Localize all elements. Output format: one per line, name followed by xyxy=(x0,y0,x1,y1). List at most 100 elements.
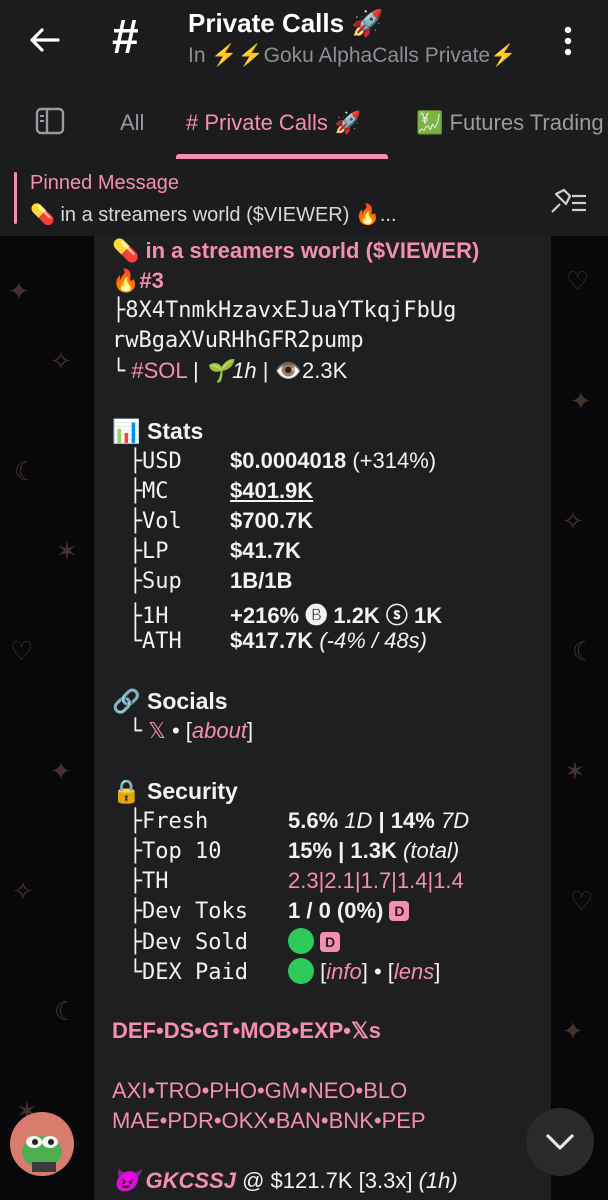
tab-futures-trading[interactable]: 💹 Futures Trading xyxy=(416,110,604,136)
moon-doodle-icon: ☾ xyxy=(54,996,78,1026)
stats-extra: (-4% / 48s) xyxy=(319,628,427,653)
stats-value: 1B/1B xyxy=(230,568,293,593)
security-row: ├Dev Toks 1 / 0 (0%) D xyxy=(112,898,410,924)
security-heading: 🔒 Security xyxy=(112,778,238,804)
chat-title[interactable]: Private Calls 🚀 xyxy=(188,8,384,39)
star-doodle-icon: ✦ xyxy=(8,276,30,306)
topic-tabs: All # Private Calls 🚀 💹 Futures Trading xyxy=(0,82,608,161)
tab-private-calls[interactable]: # Private Calls 🚀 xyxy=(186,110,361,136)
socials-heading: 🔗 Socials xyxy=(112,688,228,714)
tab-all[interactable]: All xyxy=(120,110,144,136)
caller-time: (1h) xyxy=(418,1168,458,1193)
green-circle-icon xyxy=(288,958,314,984)
stats-row: ├Vol $700.7K xyxy=(128,508,314,534)
socials-separator: • xyxy=(171,718,180,743)
security-key: Fresh xyxy=(142,809,209,834)
pinned-message-bar[interactable]: Pinned Message 💊 in a streamers world ($… xyxy=(0,160,608,236)
star-doodle-icon: ✶ xyxy=(564,756,586,786)
security-key: Dev Sold xyxy=(142,930,248,955)
caller-name[interactable]: 😈 GKCSSJ xyxy=(112,1168,236,1193)
top-holders-links[interactable]: 2.3|2.1|1.7|1.4|1.4 xyxy=(288,868,464,893)
pinned-title: Pinned Message xyxy=(30,172,179,194)
token-rank[interactable]: 🔥#3 xyxy=(112,268,164,294)
pinned-text: 💊 in a streamers world ($VIEWER) 🔥... xyxy=(30,204,397,226)
top10-total: (total) xyxy=(403,838,460,863)
more-options-icon[interactable] xyxy=(556,24,580,58)
chat-subtitle[interactable]: In ⚡⚡Goku AlphaCalls Private⚡ xyxy=(188,44,516,68)
chevron-down-icon xyxy=(546,1134,574,1150)
heart-doodle-icon: ♡ xyxy=(566,266,590,296)
stats-row: ├1H +216% 🅑 1.2K ⓢ 1K xyxy=(128,603,443,629)
moon-doodle-icon: ☾ xyxy=(572,636,596,666)
topic-hash-icon: # xyxy=(112,11,139,64)
topics-sidebar-icon[interactable] xyxy=(34,106,66,136)
links-row-1[interactable]: DEF•DS•GT•MOB•EXP•𝕏s xyxy=(112,1018,381,1044)
star-doodle-icon: ✦ xyxy=(562,1016,584,1046)
sparkle-doodle-icon: ✧ xyxy=(12,876,34,906)
stats-key: LP xyxy=(142,539,169,564)
token-address-part2[interactable]: rwBgaXVuRHhGFR2pump xyxy=(112,328,364,353)
sparkle-doodle-icon: ✧ xyxy=(50,346,72,376)
stats-key: Vol xyxy=(142,509,182,534)
fresh-7d: 7D xyxy=(440,808,470,833)
lens-link[interactable]: lens xyxy=(394,959,434,984)
frog-avatar-icon xyxy=(22,1136,62,1172)
star-doodle-icon: ✶ xyxy=(56,536,78,566)
links-row-2[interactable]: AXI•TRO•PHO•GM•NEO•BLO xyxy=(112,1078,407,1104)
chain-tag[interactable]: #SOL xyxy=(131,358,186,383)
dev-badge-icon[interactable]: D xyxy=(389,901,410,921)
meta-line: └ #SOL | 🌱1h | 👁️2.3K xyxy=(112,358,348,384)
socials-line: └ 𝕏 • [about] xyxy=(128,718,254,744)
stats-key: MC xyxy=(142,479,169,504)
scroll-down-button[interactable] xyxy=(526,1108,594,1176)
dev-badge-icon[interactable]: D xyxy=(320,932,340,952)
security-separator: • xyxy=(373,959,382,984)
security-row: └DEX Paid [info] • [lens] xyxy=(128,958,441,985)
pinned-list-icon[interactable] xyxy=(548,186,588,216)
star-doodle-icon: ✦ xyxy=(50,756,72,786)
address-line-1[interactable]: ├8X4TnmkHzavxEJuaYTkqjFbUg xyxy=(112,298,456,323)
avatar[interactable] xyxy=(10,1112,74,1176)
security-row: ├Top 10 15% | 1.3K (total) xyxy=(128,838,460,864)
top10-value: 15% | 1.3K xyxy=(288,838,397,863)
stats-row: └ATH $417.7K (-4% / 48s) xyxy=(128,628,427,654)
view-count: 👁️2.3K xyxy=(274,358,348,383)
security-row: ├TH 2.3|2.1|1.7|1.4|1.4 xyxy=(128,868,464,894)
links-row-3[interactable]: MAE•PDR•OKX•BAN•BNK•PEP xyxy=(112,1108,426,1134)
market-cap-link[interactable]: $401.9K xyxy=(230,478,313,503)
security-key: Top 10 xyxy=(142,839,222,864)
stats-row: ├MC $401.9K xyxy=(128,478,314,504)
about-link[interactable]: about xyxy=(192,718,247,743)
x-link[interactable]: 𝕏 xyxy=(148,718,166,743)
security-row: ├Dev Sold D xyxy=(112,928,340,955)
stats-heading: 📊 Stats xyxy=(112,418,204,444)
info-link[interactable]: info xyxy=(326,959,361,984)
stats-row: ├USD $0.0004018 (+314%) xyxy=(128,448,437,474)
fresh-value-2: | 14% xyxy=(378,808,435,833)
moon-doodle-icon: ☾ xyxy=(14,456,38,486)
stats-value: $0.0004018 xyxy=(230,448,347,473)
heart-doodle-icon: ♡ xyxy=(10,636,34,666)
star-doodle-icon: ✦ xyxy=(570,386,592,416)
stats-key: 1H xyxy=(142,604,169,629)
token-address-part1[interactable]: 8X4TnmkHzavxEJuaYTkqjFbUg xyxy=(125,298,456,323)
stats-row: ├Sup 1B/1B xyxy=(128,568,293,594)
token-age: 🌱1h xyxy=(204,358,257,383)
fresh-value: 5.6% xyxy=(288,808,339,833)
stats-key: ATH xyxy=(142,629,182,654)
stats-value: $700.7K xyxy=(230,508,314,533)
token-ticker[interactable]: ($VIEWER) xyxy=(366,238,480,263)
stats-value: $41.7K xyxy=(230,538,301,563)
stats-row: ├LP $41.7K xyxy=(128,538,301,564)
fresh-1d: 1D xyxy=(344,808,373,833)
pinned-indicator xyxy=(14,172,17,224)
token-name[interactable]: 💊 in a streamers world xyxy=(112,238,359,263)
security-key: TH xyxy=(142,869,169,894)
token-title-line: 💊 in a streamers world ($VIEWER) xyxy=(112,238,479,264)
dev-toks-value: 1 / 0 (0%) xyxy=(288,898,384,923)
caller-line: 😈 GKCSSJ @ $121.7K [3.3x] (1h) xyxy=(112,1168,458,1194)
back-arrow-icon[interactable] xyxy=(26,22,62,58)
security-row: ├Fresh 5.6% 1D | 14% 7D xyxy=(128,808,470,834)
security-key: Dev Toks xyxy=(142,899,248,924)
stats-key: Sup xyxy=(142,569,182,594)
